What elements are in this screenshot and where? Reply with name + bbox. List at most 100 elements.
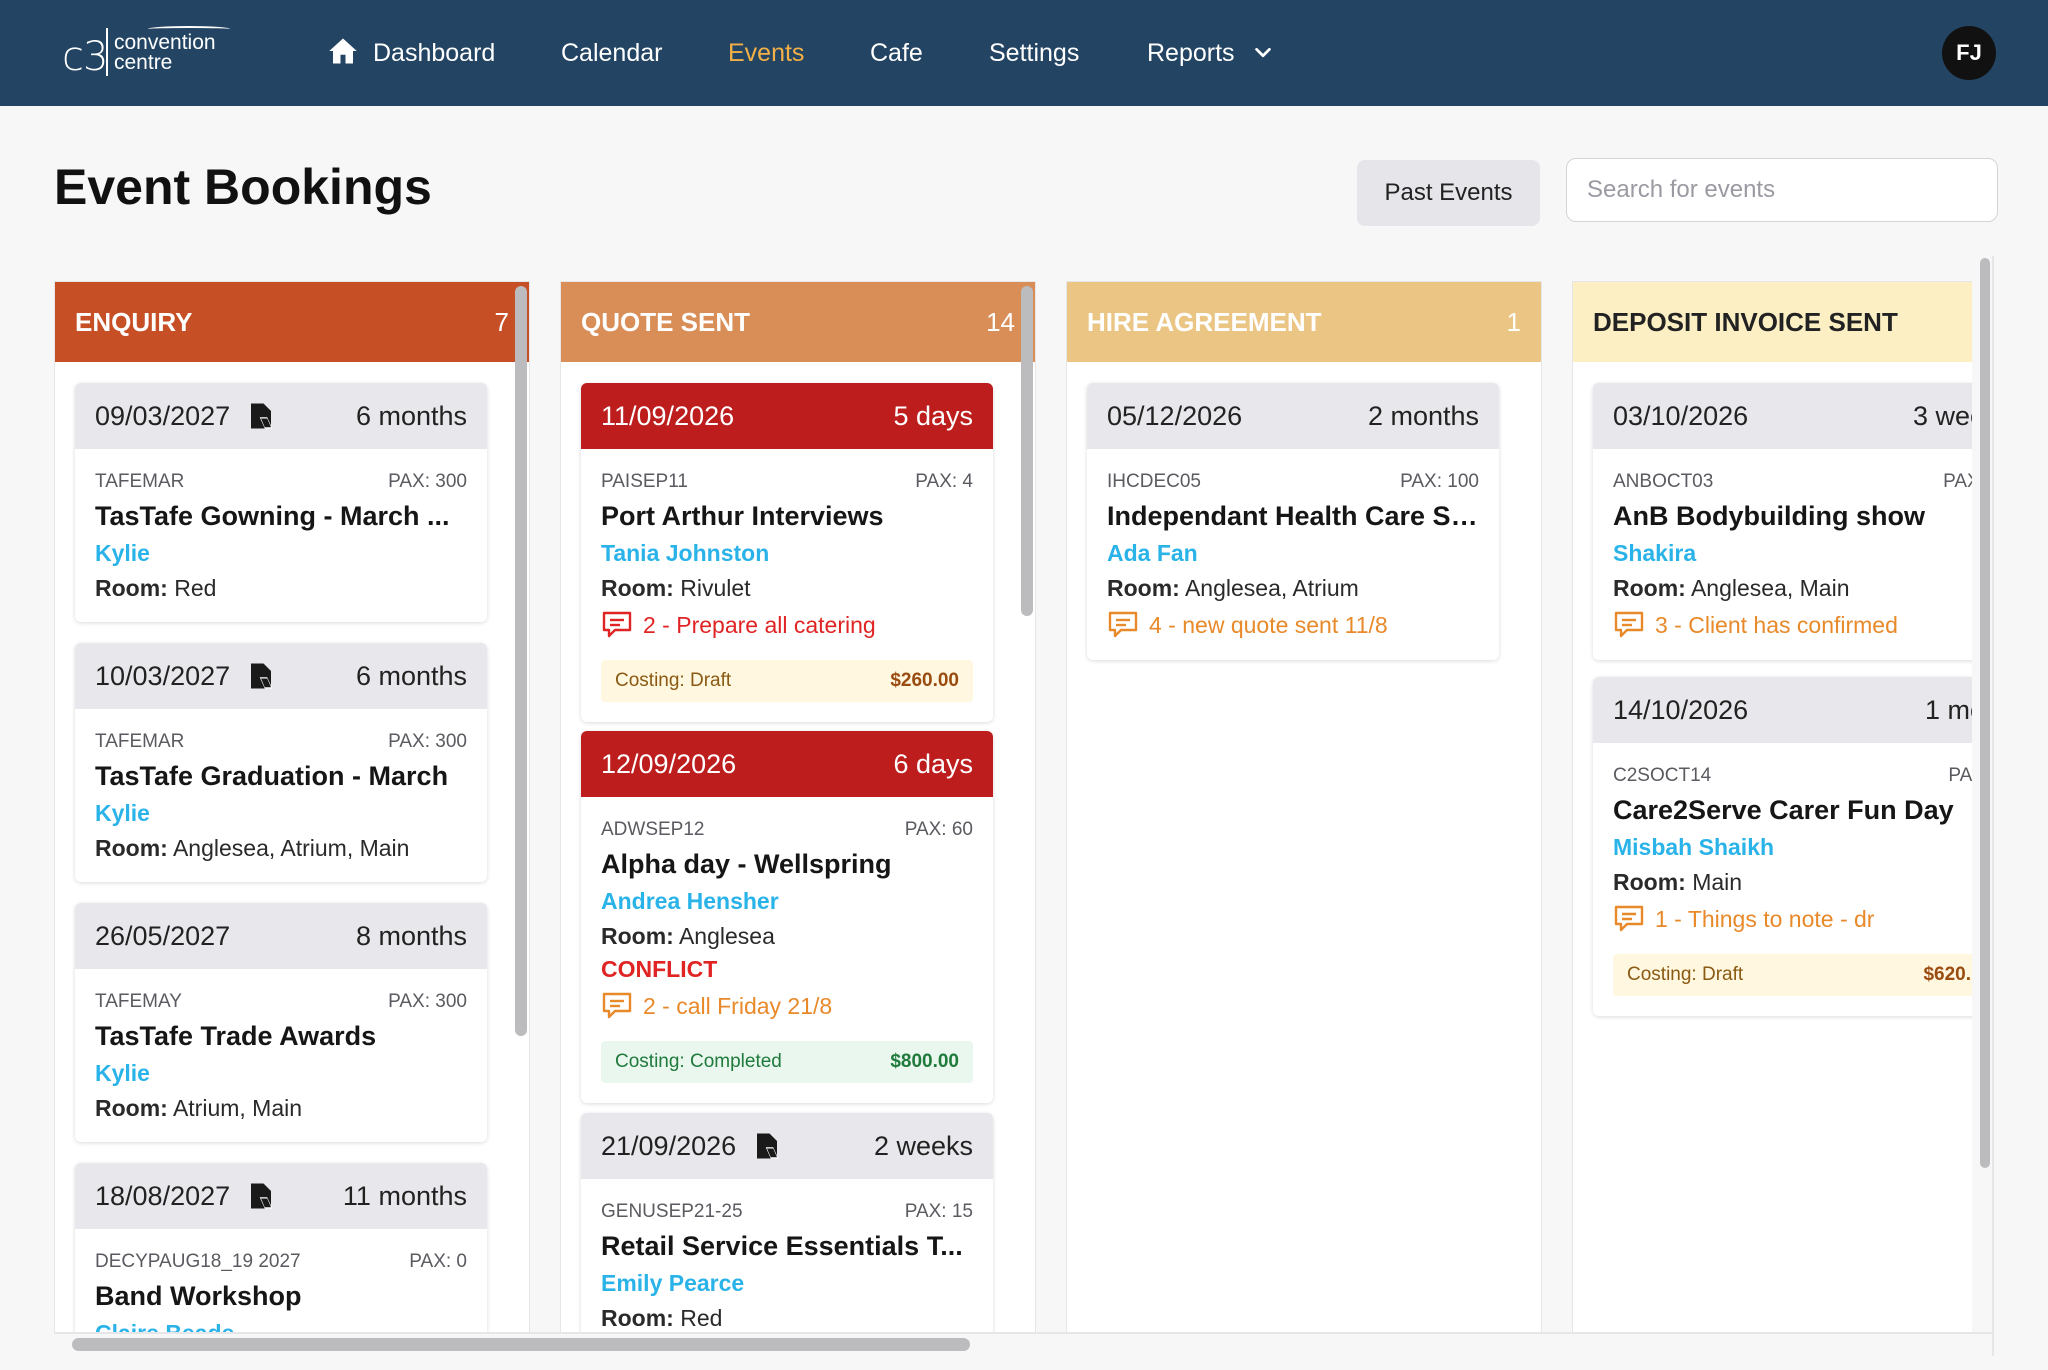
event-code: TAFEMAR bbox=[95, 471, 185, 492]
column-header: DEPOSIT INVOICE SENT bbox=[1573, 282, 1972, 362]
column-quote-sent: QUOTE SENT 14 11/09/2026 5 days PAISEP11… bbox=[560, 281, 1036, 1333]
client-link[interactable]: Ada Fan bbox=[1107, 540, 1479, 567]
event-card[interactable]: 12/09/2026 6 days ADWSEP12 PAX: 60 Alpha … bbox=[581, 731, 993, 1103]
event-date: 10/03/2027 bbox=[95, 660, 231, 691]
client-link[interactable]: Kylie bbox=[95, 1060, 467, 1087]
nav-calendar[interactable]: Calendar bbox=[561, 36, 662, 70]
event-name: TasTafe Gowning - March ... bbox=[95, 501, 450, 531]
nav-reports[interactable]: Reports bbox=[1147, 36, 1235, 70]
relative-time: 6 months bbox=[355, 400, 467, 431]
event-card[interactable]: 18/08/2027 11 months DECYPAUG18_19 2027 P… bbox=[75, 1163, 487, 1333]
comment-icon bbox=[1108, 611, 1138, 638]
nav-events[interactable]: Events bbox=[728, 36, 804, 70]
column-scrollbar[interactable] bbox=[1021, 286, 1033, 616]
event-date: 03/10/2026 bbox=[1613, 400, 1749, 431]
event-date: 21/09/2026 bbox=[601, 1130, 737, 1161]
client-link[interactable]: Andrea Hensher bbox=[601, 888, 973, 915]
column-header: ENQUIRY 7 bbox=[55, 282, 529, 362]
pax-count: PAX: 300 bbox=[388, 991, 467, 1012]
event-name: AnB Bodybuilding show bbox=[1613, 501, 1925, 531]
home-icon[interactable] bbox=[328, 36, 358, 66]
event-code: PAISEP11 bbox=[601, 471, 688, 492]
event-date: 12/09/2026 bbox=[601, 748, 737, 779]
note-row[interactable]: 3 - Client has confirmed bbox=[1613, 610, 1972, 640]
client-link[interactable]: Kylie bbox=[95, 540, 467, 567]
client-link[interactable]: Emily Pearce bbox=[601, 1270, 973, 1297]
event-card[interactable]: 26/05/2027 8 months TAFEMAY PAX: 300 TasT… bbox=[75, 903, 487, 1142]
nav-settings[interactable]: Settings bbox=[989, 36, 1079, 70]
relative-time: 3 wee bbox=[1912, 400, 1972, 431]
logo-c3: c3 bbox=[62, 34, 108, 80]
note-row[interactable]: 2 - call Friday 21/8 bbox=[601, 991, 973, 1021]
costing-badge: Costing: Draft $620. bbox=[1613, 954, 1972, 996]
note-text: 3 - Client has confirmed bbox=[1655, 611, 1898, 638]
note-row[interactable]: 4 - new quote sent 11/8 bbox=[1107, 610, 1479, 640]
column-enquiry: ENQUIRY 7 09/03/2027 6 months TAFEMAR PAX… bbox=[54, 281, 530, 1333]
room-label: Room: bbox=[95, 1095, 168, 1121]
pax-count: PAX: 4 bbox=[915, 471, 973, 492]
search-input[interactable] bbox=[1566, 158, 1998, 222]
pax-count: PAX: 60 bbox=[904, 819, 973, 840]
event-date: 05/12/2026 bbox=[1107, 400, 1243, 431]
note-row[interactable]: 1 - Things to note - dr bbox=[1613, 904, 1972, 934]
document-icon bbox=[757, 1133, 779, 1159]
note-text: 2 - call Friday 21/8 bbox=[643, 992, 833, 1019]
chevron-down-icon[interactable] bbox=[1252, 42, 1274, 64]
note-row[interactable]: 2 - Prepare all catering bbox=[601, 610, 973, 640]
room-label: Room: bbox=[1613, 575, 1686, 601]
event-card[interactable]: 09/03/2027 6 months TAFEMAR PAX: 300 TasT… bbox=[75, 383, 487, 622]
document-icon bbox=[251, 403, 273, 429]
event-card[interactable]: 10/03/2027 6 months TAFEMAR PAX: 300 TasT… bbox=[75, 643, 487, 882]
costing-status: Costing: Draft bbox=[615, 670, 732, 691]
c3-logo[interactable]: c3 convention centre bbox=[62, 24, 232, 82]
event-name: Retail Service Essentials T... bbox=[601, 1231, 963, 1261]
event-card[interactable]: 11/09/2026 5 days PAISEP11 PAX: 4 Port Ar… bbox=[581, 383, 993, 722]
relative-time: 2 weeks bbox=[873, 1130, 973, 1161]
board-vertical-scrollbar[interactable] bbox=[1980, 258, 1990, 1168]
conflict-label: CONFLICT bbox=[601, 956, 718, 982]
room-label: Room: bbox=[601, 1305, 674, 1331]
event-name: TasTafe Trade Awards bbox=[95, 1021, 377, 1051]
comment-icon bbox=[602, 992, 632, 1019]
event-card[interactable]: 03/10/2026 3 wee ANBOCT03 PAX: AnB Bodybu… bbox=[1593, 383, 1972, 660]
event-code: TAFEMAR bbox=[95, 731, 185, 752]
client-link[interactable]: Misbah Shaikh bbox=[1613, 834, 1972, 861]
logo-line2: centre bbox=[114, 51, 173, 74]
client-link[interactable]: Shakira bbox=[1613, 540, 1972, 567]
client-link[interactable]: Tania Johnston bbox=[601, 540, 973, 567]
card-header: 26/05/2027 8 months bbox=[75, 903, 487, 969]
document-icon bbox=[251, 663, 273, 689]
relative-time: 1 mo bbox=[1924, 694, 1972, 725]
nav-dashboard[interactable]: Dashboard bbox=[373, 36, 495, 70]
column-count: 1 bbox=[1506, 306, 1521, 337]
event-code: GENUSEP21-25 bbox=[601, 1201, 743, 1222]
board-horizontal-scrollbar[interactable] bbox=[72, 1338, 970, 1351]
column-title: HIRE AGREEMENT bbox=[1087, 306, 1322, 337]
client-link[interactable]: Kylie bbox=[95, 800, 467, 827]
event-name: TasTafe Graduation - March bbox=[95, 761, 449, 791]
user-avatar[interactable]: FJ bbox=[1942, 26, 1996, 80]
costing-amount: $260.00 bbox=[890, 670, 959, 691]
card-header: 11/09/2026 5 days bbox=[581, 383, 993, 449]
room-value: Anglesea, Atrium, Main bbox=[167, 835, 410, 861]
board-bottom-edge bbox=[54, 1332, 1994, 1334]
card-header: 18/08/2027 11 months bbox=[75, 1163, 487, 1229]
relative-time: 2 months bbox=[1367, 400, 1479, 431]
column-deposit-invoice-sent: DEPOSIT INVOICE SENT 03/10/2026 3 wee AN… bbox=[1572, 281, 1972, 1333]
room-value: Main bbox=[1685, 869, 1743, 895]
relative-time: 11 months bbox=[342, 1180, 467, 1211]
past-events-button[interactable]: Past Events bbox=[1357, 160, 1540, 226]
nav-cafe[interactable]: Cafe bbox=[870, 36, 923, 70]
column-scrollbar[interactable] bbox=[515, 286, 527, 1036]
comment-icon bbox=[1614, 905, 1644, 932]
column-header: HIRE AGREEMENT 1 bbox=[1067, 282, 1541, 362]
pax-count: PAX: 300 bbox=[388, 471, 467, 492]
event-card[interactable]: 21/09/2026 2 weeks GENUSEP21-25 PAX: 15 R… bbox=[581, 1113, 993, 1333]
event-name: Band Workshop bbox=[95, 1281, 302, 1311]
event-date: 11/09/2026 bbox=[601, 400, 735, 431]
column-title: DEPOSIT INVOICE SENT bbox=[1593, 306, 1898, 337]
event-card[interactable]: 14/10/2026 1 mo C2SOCT14 PAX Care2Serve C… bbox=[1593, 677, 1972, 1016]
column-title: ENQUIRY bbox=[75, 306, 193, 337]
event-card[interactable]: 05/12/2026 2 months IHCDEC05 PAX: 100 Ind… bbox=[1087, 383, 1499, 660]
pax-count: PAX bbox=[1948, 765, 1972, 786]
